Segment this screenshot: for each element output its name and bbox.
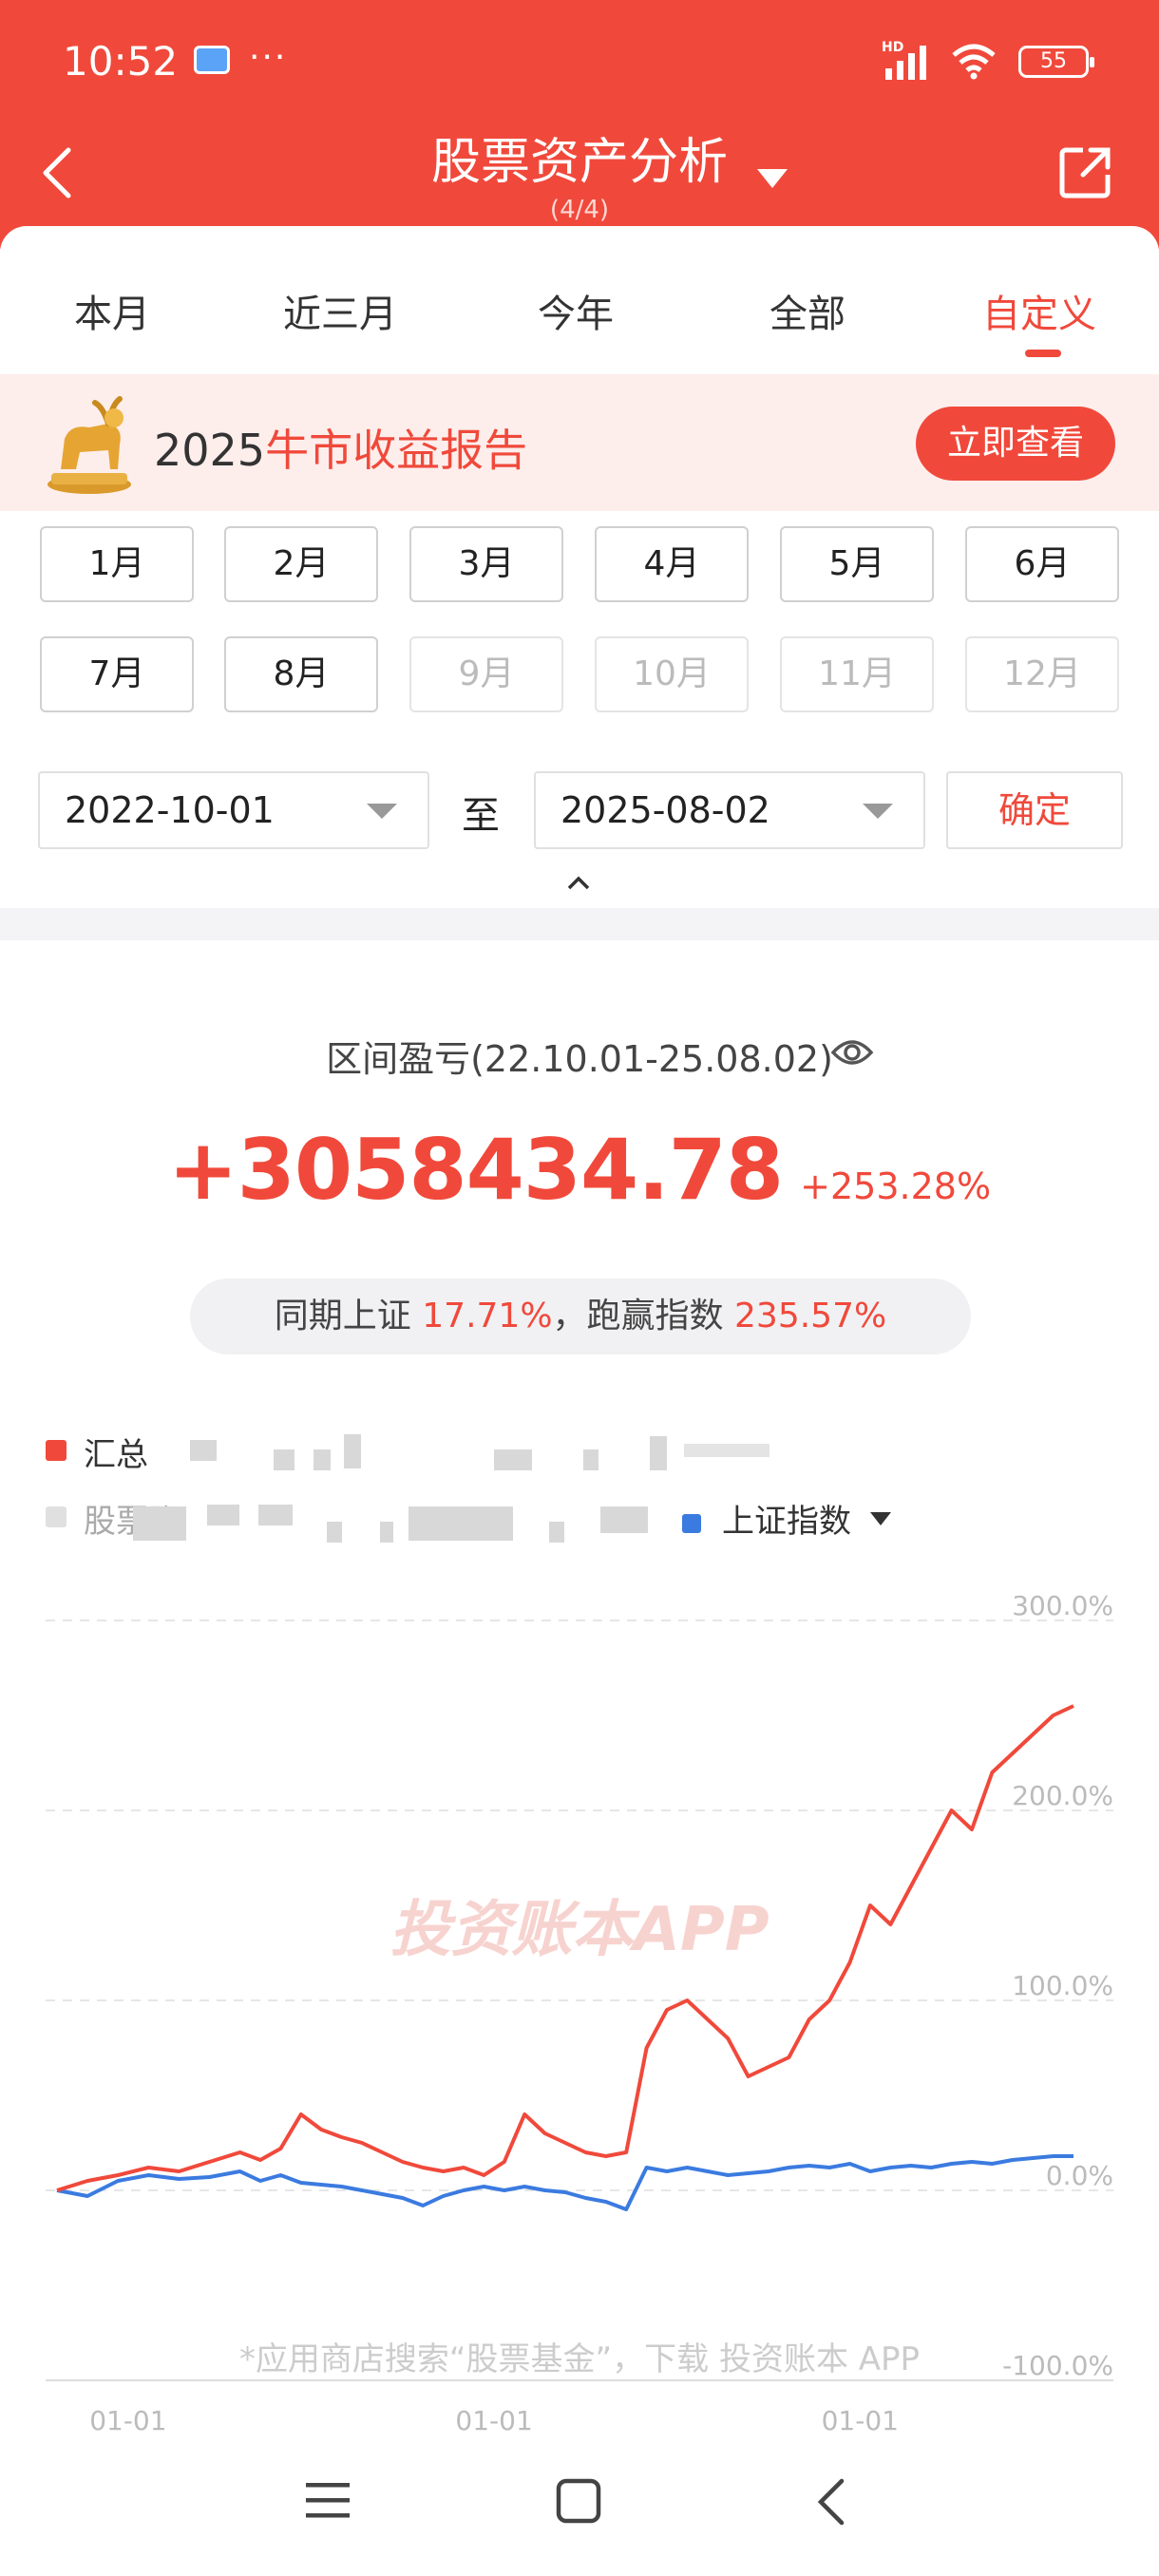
pnl-percent: +253.28% <box>800 1165 992 1207</box>
tab-this-month[interactable]: 本月 <box>74 283 150 338</box>
redacted-block <box>258 1505 293 1525</box>
active-tab-indicator <box>1025 350 1061 357</box>
redacted-block <box>684 1444 770 1457</box>
redacted-block <box>344 1434 361 1468</box>
x-tick-label: 01-01 <box>89 2405 166 2436</box>
index-percent: 17.71% <box>422 1297 553 1335</box>
chevron-down-icon[interactable] <box>367 804 397 819</box>
redacted-block <box>274 1449 294 1470</box>
month-button-jan[interactable]: 1月 <box>40 526 194 602</box>
series-line-index <box>56 2154 1074 2211</box>
golden-bull-icon <box>48 396 131 494</box>
legend-total-label[interactable]: 汇总 <box>84 1429 148 1475</box>
y-tick-label: 300.0% <box>1012 1590 1113 1621</box>
redacted-block <box>207 1505 239 1525</box>
redacted-block <box>380 1522 393 1543</box>
range-pnl-label: 区间盈亏(22.10.01-25.08.02) <box>326 1038 833 1080</box>
month-button-sep: 9月 <box>409 636 563 712</box>
pnl-amount: +3058434.78 <box>167 1121 784 1219</box>
section-divider <box>0 908 1159 940</box>
tab-last-three-months[interactable]: 近三月 <box>283 283 397 338</box>
view-report-button[interactable]: 立即查看 <box>916 407 1115 481</box>
back-nav-icon[interactable] <box>813 2477 847 2527</box>
month-button-apr[interactable]: 4月 <box>595 526 749 602</box>
date-to-label: 至 <box>462 794 500 838</box>
y-tick-label: 100.0% <box>1012 1970 1113 2001</box>
title-dropdown-icon[interactable] <box>757 169 788 188</box>
month-button-oct: 10月 <box>595 636 749 712</box>
share-icon[interactable] <box>1058 144 1113 199</box>
banner-title: 2025牛市收益报告 <box>154 416 527 479</box>
month-button-dec: 12月 <box>965 636 1119 712</box>
month-button-mar[interactable]: 3月 <box>409 526 563 602</box>
legend-index-label[interactable]: 上证指数 <box>722 1495 851 1542</box>
download-promo-note: *应用商店搜索“股票基金”，下载 投资账本 APP <box>238 2340 921 2378</box>
month-button-nov: 11月 <box>780 636 934 712</box>
page-title[interactable]: 股票资产分析 <box>0 122 1159 193</box>
pnl-summary: +3058434.78 +253.28% <box>0 1121 1159 1219</box>
beat-label: ，跑赢指数 <box>552 1297 724 1335</box>
redacted-block <box>190 1440 217 1461</box>
page-subtitle: (4/4) <box>549 196 610 224</box>
redacted-block <box>133 1506 186 1541</box>
index-comparison: 同期上证 17.71%，跑赢指数 235.57% <box>190 1279 971 1354</box>
month-button-jul[interactable]: 7月 <box>40 636 194 712</box>
x-tick-label: 01-01 <box>455 2405 532 2436</box>
home-icon[interactable] <box>555 2477 602 2525</box>
x-tick-label: 01-01 <box>822 2405 899 2436</box>
chevron-up-icon[interactable] <box>566 874 591 891</box>
confirm-button[interactable]: 确定 <box>946 771 1123 849</box>
series-line-total <box>56 1704 1074 2192</box>
y-tick-label: 0.0% <box>1046 2160 1113 2191</box>
legend-stock-marker[interactable] <box>46 1506 66 1527</box>
chevron-down-icon[interactable] <box>863 804 893 819</box>
tab-custom[interactable]: 自定义 <box>982 283 1096 338</box>
redacted-block <box>549 1522 564 1543</box>
month-button-aug[interactable]: 8月 <box>224 636 378 712</box>
legend-total-marker[interactable] <box>46 1440 66 1461</box>
legend-index-dropdown-icon[interactable] <box>870 1512 891 1525</box>
status-time: 10:52 <box>63 38 179 85</box>
index-label: 同期上证 <box>274 1297 411 1335</box>
wifi-icon <box>952 44 996 80</box>
redacted-block <box>494 1449 532 1470</box>
redacted-block <box>327 1522 342 1543</box>
month-button-may[interactable]: 5月 <box>780 526 934 602</box>
eye-icon[interactable] <box>830 1033 874 1071</box>
tab-this-year[interactable]: 今年 <box>538 283 614 338</box>
month-button-feb[interactable]: 2月 <box>224 526 378 602</box>
redacted-block <box>583 1449 598 1470</box>
menu-icon[interactable] <box>304 2479 352 2521</box>
month-button-jun[interactable]: 6月 <box>965 526 1119 602</box>
banner-year: 2025 <box>154 425 266 476</box>
status-more-dots: ··· <box>249 38 288 77</box>
battery-icon: 55 <box>1018 46 1094 78</box>
redacted-block <box>600 1506 648 1533</box>
y-tick-label: 200.0% <box>1012 1780 1113 1811</box>
tab-all[interactable]: 全部 <box>770 283 846 338</box>
redacted-block <box>314 1449 331 1470</box>
banner-report-title: 牛市收益报告 <box>265 425 528 476</box>
beat-percent: 235.57% <box>734 1297 887 1335</box>
message-icon <box>194 46 230 74</box>
redacted-block <box>650 1436 667 1470</box>
signal-icon <box>885 46 926 80</box>
legend-index-marker[interactable] <box>682 1514 701 1533</box>
redacted-block <box>408 1506 513 1541</box>
performance-line-chart[interactable]: 300.0%200.0%100.0%0.0%-100.0%01-01 01-01 0… <box>0 1558 1159 2451</box>
